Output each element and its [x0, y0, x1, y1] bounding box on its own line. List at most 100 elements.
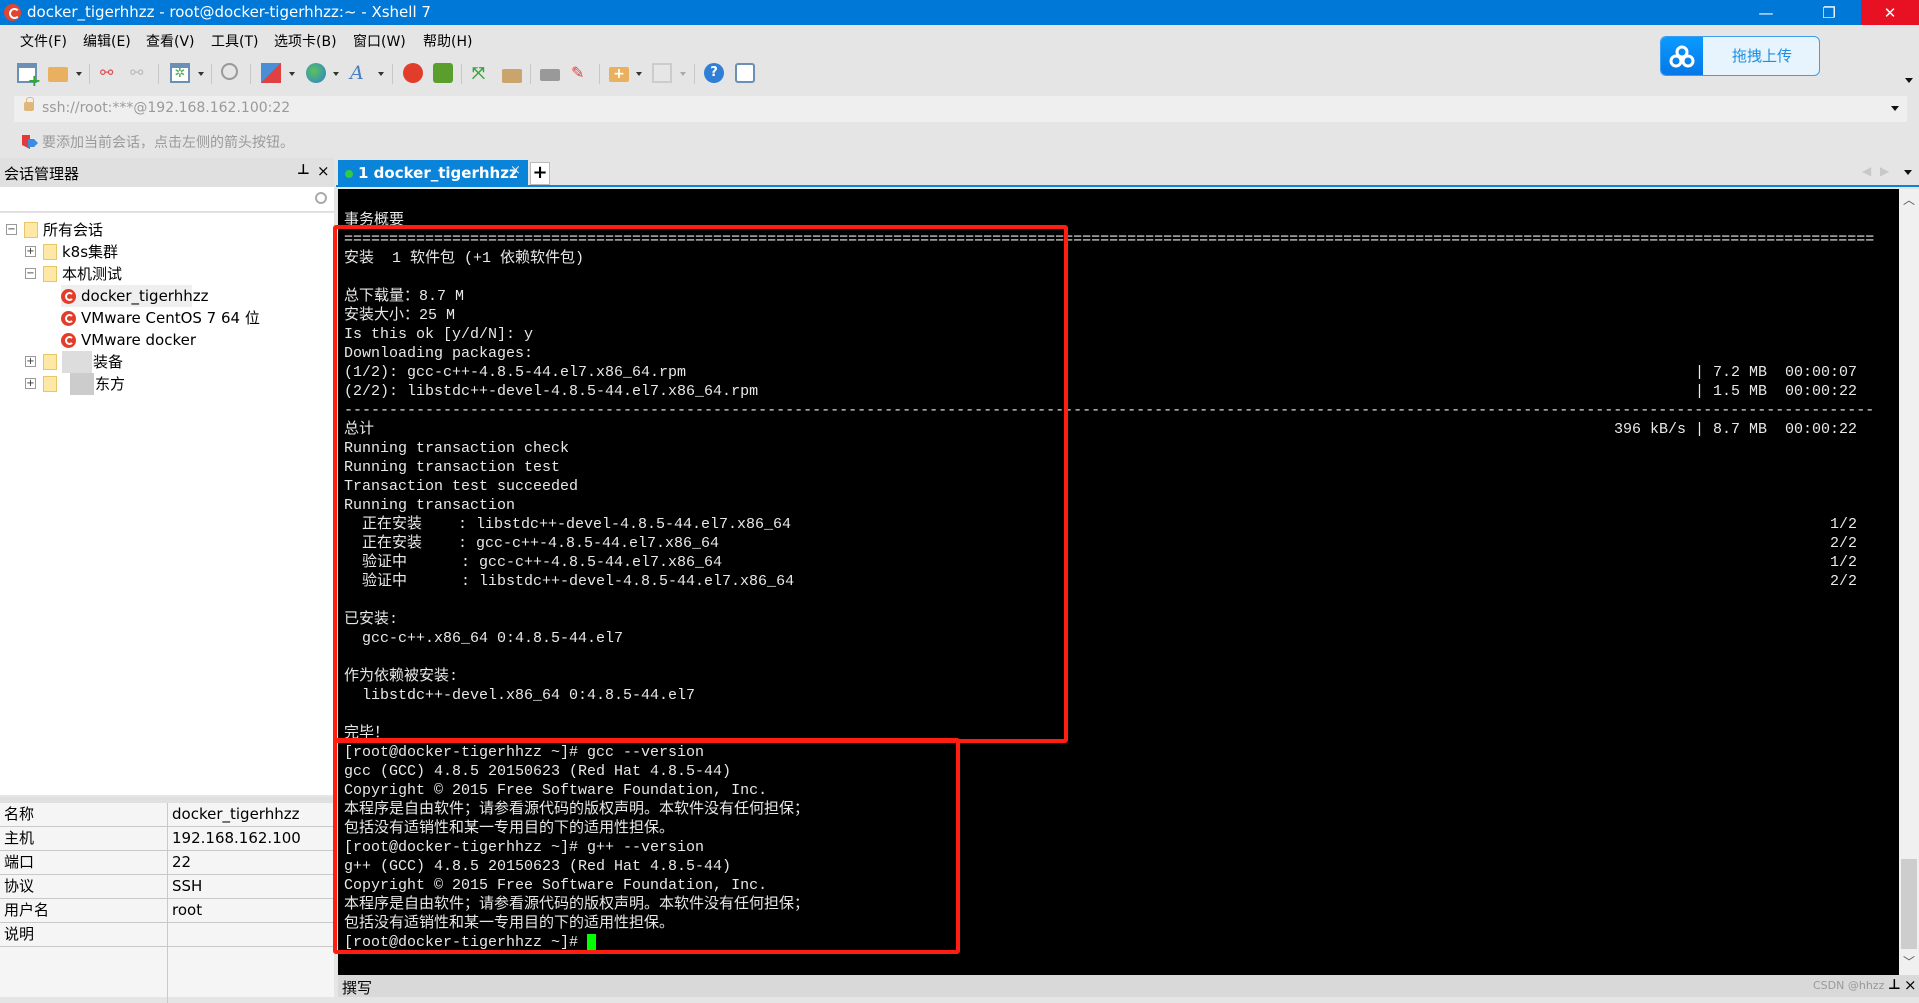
terminal-line: gcc (GCC) 4.8.5 20150623 (Red Hat 4.8.5-…: [344, 763, 732, 780]
toolbar-overflow-icon[interactable]: [1905, 78, 1913, 83]
terminal-line: 作为依赖被安装:: [344, 668, 459, 685]
layout-dropdown-icon[interactable]: [680, 72, 686, 76]
session-manager-title: 会话管理器: [4, 165, 80, 183]
restore-button[interactable]: ❐: [1806, 0, 1852, 25]
terminal-line: Downloading packages:: [344, 345, 534, 362]
font-dropdown-icon[interactable]: [378, 72, 384, 76]
font-icon[interactable]: A: [350, 63, 370, 83]
search-icon[interactable]: [315, 192, 327, 204]
menu-help[interactable]: 帮助(H): [423, 31, 472, 51]
tree-item-vmware-centos[interactable]: VMware CentOS 7 64 位: [61, 307, 260, 329]
fullscreen-icon[interactable]: ⤧: [472, 63, 492, 83]
xshell-icon[interactable]: [403, 63, 423, 83]
session-properties-icon[interactable]: ✲: [170, 63, 190, 83]
terminal-line: 包括没有适销性和某一专用目的下的适用性担保。: [344, 915, 675, 932]
highlight-icon[interactable]: ✎: [571, 63, 591, 83]
terminal[interactable]: 事务概要 ====================================…: [338, 189, 1899, 975]
toolbar-separator: [392, 64, 393, 84]
tab-close-icon[interactable]: ×: [510, 163, 521, 178]
new-tab-group-icon[interactable]: +: [609, 67, 629, 82]
compose-pin-icon[interactable]: ⊥: [1888, 977, 1901, 993]
compose-close-icon[interactable]: ×: [1904, 976, 1917, 994]
address-dropdown-icon[interactable]: [1891, 106, 1899, 111]
terminal-line: [root@docker-tigerhhzz ~]#: [344, 934, 588, 951]
help-icon[interactable]: ?: [704, 63, 724, 83]
terminal-line: Running transaction check: [344, 440, 570, 457]
property-key: 名称: [4, 805, 35, 823]
terminal-right-column: 2/2: [1829, 535, 1857, 552]
new-tab-button[interactable]: +: [530, 162, 550, 185]
tree-item-docker-tigerhhzz[interactable]: docker_tigerhhzz: [61, 285, 208, 307]
menu-edit[interactable]: 编辑(E): [83, 31, 131, 51]
property-row: 说明: [0, 923, 334, 947]
menu-file[interactable]: 文件(F): [20, 31, 67, 51]
tab-group-dropdown-icon[interactable]: [636, 72, 642, 76]
transfer-icon[interactable]: [261, 63, 281, 83]
terminal-right-column: | 7.2 MB 00:00:07: [1694, 364, 1857, 381]
terminal-line: Is this ok [y/d/N]: y: [344, 326, 534, 343]
property-key: 端口: [4, 853, 35, 871]
menu-tools[interactable]: 工具(T): [211, 31, 258, 51]
menu-view[interactable]: 查看(V): [146, 31, 195, 51]
open-folder-icon[interactable]: [48, 67, 68, 82]
new-session-icon[interactable]: +: [17, 63, 41, 89]
tab-docker-tigerhhzz[interactable]: 1 docker_tigerhhzz ×: [338, 160, 528, 187]
toolbar-separator: [89, 64, 90, 84]
add-session-arrow-icon[interactable]: [22, 135, 38, 149]
pin-icon[interactable]: ⊥: [297, 162, 310, 178]
terminal-line: libstdc++-devel.x86_64 0:4.8.5-44.el7: [344, 687, 696, 704]
close-panel-icon[interactable]: ×: [317, 162, 330, 180]
close-button[interactable]: ✕: [1861, 0, 1919, 25]
folder-icon: [43, 266, 57, 282]
compose-bar[interactable]: 撰写 CSDN @hhzz ⊥ ×: [338, 975, 1919, 997]
terminal-line: 本程序是自由软件；请参看源代码的版权声明。本软件没有任何担保；: [344, 801, 810, 818]
xftp-icon[interactable]: [433, 63, 453, 83]
terminal-right-column: 2/2: [1829, 573, 1857, 590]
expand-icon[interactable]: +: [25, 246, 36, 257]
properties-dropdown-icon[interactable]: [198, 72, 204, 76]
toolbar: + ⚯ ⚯ ✲ A ⤧ ✎ + ?: [0, 55, 1600, 89]
property-row: 用户名 root: [0, 899, 334, 923]
open-dropdown-icon[interactable]: [76, 72, 82, 76]
tab-scroll-left-icon[interactable]: ◀: [1862, 164, 1871, 178]
find-icon[interactable]: [221, 63, 238, 80]
tab-list-dropdown-icon[interactable]: [1904, 170, 1912, 175]
terminal-right-column: 1/2: [1829, 554, 1857, 571]
terminal-line: 完毕！: [344, 725, 390, 742]
address-bar[interactable]: ssh://root:***@192.168.162.100:22: [14, 96, 1907, 122]
globe-icon[interactable]: [306, 63, 326, 83]
keyboard-icon[interactable]: [540, 69, 560, 81]
drag-upload-button[interactable]: 拖拽上传: [1660, 36, 1820, 76]
minimize-button[interactable]: —: [1743, 0, 1789, 25]
scroll-up-icon[interactable]: ︿: [1899, 191, 1919, 209]
reconnect-icon[interactable]: ⚯: [130, 63, 150, 83]
layout-icon[interactable]: [652, 63, 672, 83]
disconnect-icon[interactable]: ⚯: [100, 63, 120, 83]
folder-icon: [43, 244, 57, 260]
chat-icon[interactable]: [735, 63, 755, 83]
collapse-icon[interactable]: −: [25, 268, 36, 279]
address-url: ssh://root:***@192.168.162.100:22: [42, 100, 291, 116]
scroll-down-icon[interactable]: ﹀: [1899, 953, 1919, 971]
property-value: docker_tigerhhzz: [172, 805, 300, 823]
terminal-scrollbar[interactable]: ︿ ﹀: [1899, 189, 1919, 975]
transfer-dropdown-icon[interactable]: [289, 72, 295, 76]
terminal-line: 事务概要: [344, 212, 405, 229]
menu-window[interactable]: 窗口(W): [353, 31, 406, 51]
expand-icon[interactable]: +: [25, 378, 36, 389]
expand-icon[interactable]: +: [25, 356, 36, 367]
terminal-line: 安装 1 软件包 (+1 依赖软件包): [344, 250, 585, 267]
scrollbar-thumb[interactable]: [1901, 859, 1917, 949]
window-title: docker_tigerhhzz - root@docker-tigerhhzz…: [27, 3, 431, 21]
collapse-icon[interactable]: −: [6, 224, 17, 235]
terminal-line: Running transaction test: [344, 459, 561, 476]
tree-item-vmware-docker[interactable]: VMware docker: [61, 329, 196, 351]
tab-bar: 1 docker_tigerhhzz × + ◀ ▶: [336, 158, 1919, 187]
lock-icon[interactable]: [502, 69, 522, 83]
terminal-line: Copyright © 2015 Free Software Foundatio…: [344, 877, 768, 894]
globe-dropdown-icon[interactable]: [333, 72, 339, 76]
tab-scroll-right-icon[interactable]: ▶: [1880, 164, 1889, 178]
toolbar-separator: [250, 64, 251, 84]
menu-tabs[interactable]: 选项卡(B): [274, 31, 337, 51]
session-search-input[interactable]: [0, 187, 334, 212]
